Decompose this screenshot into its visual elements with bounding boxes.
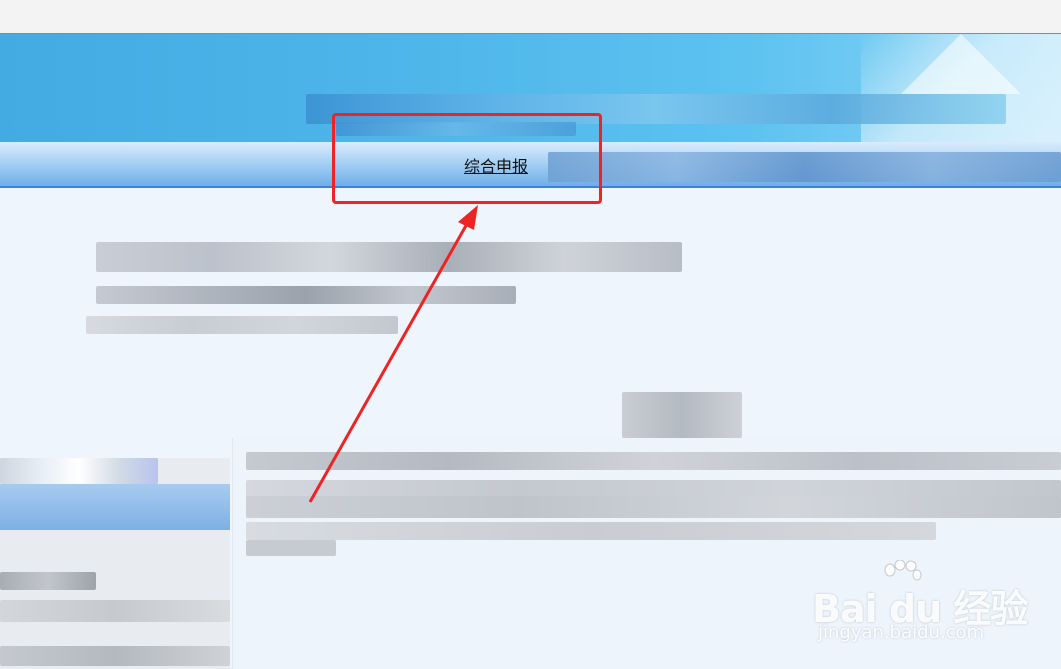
banner-roof-graphic: [901, 34, 1021, 94]
blurred-paragraph-line: [246, 522, 936, 540]
blurred-heading: [622, 392, 742, 438]
blurred-paragraph-line: [246, 496, 1061, 518]
blurred-text-line: [96, 242, 682, 272]
blurred-nav-items: [548, 152, 1061, 182]
blurred-text-line: [86, 316, 398, 334]
blurred-left-item: [0, 600, 230, 622]
watermark-url-text: jingyan.baidu.com: [818, 622, 985, 643]
blurred-paragraph-line: [246, 540, 336, 556]
page: 综合申报 Bai du 经验 jingyan.baidu.com: [0, 0, 1061, 669]
blurred-left-item: [0, 646, 230, 666]
baidu-jingyan-watermark: Bai du 经验 jingyan.baidu.com: [812, 560, 1028, 650]
left-panel-header: [0, 484, 230, 530]
browser-chrome: [0, 0, 1061, 34]
blurred-left-item: [0, 572, 96, 590]
highlight-box: [332, 113, 602, 204]
blurred-text-line: [96, 286, 516, 304]
blurred-paragraph-line: [246, 452, 1061, 470]
blurred-left-tab: [0, 458, 158, 484]
